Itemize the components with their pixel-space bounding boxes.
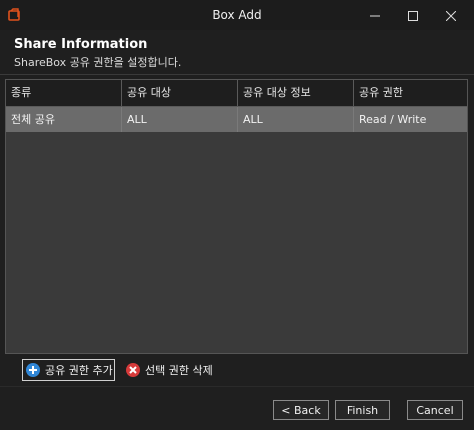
table-row[interactable]: 전체 공유 ALL ALL Read / Write — [6, 107, 467, 132]
column-header-target-info[interactable]: 공유 대상 정보 — [238, 80, 354, 106]
wizard-header: Share Information ShareBox 공유 권한을 설정합니다. — [0, 30, 474, 74]
delete-icon — [126, 363, 140, 377]
page-subtitle: ShareBox 공유 권한을 설정합니다. — [14, 56, 182, 69]
add-permission-button[interactable]: 공유 권한 추가 — [22, 359, 115, 381]
title-bar: Box Add — [0, 0, 474, 30]
maximize-icon — [408, 6, 418, 25]
minimize-icon — [370, 6, 380, 25]
back-button[interactable]: < Back — [273, 400, 329, 420]
cell-target: ALL — [122, 107, 238, 132]
grid-header-row: 종류 공유 대상 공유 대상 정보 공유 권한 — [6, 80, 467, 107]
delete-permission-label: 선택 권한 삭제 — [145, 364, 213, 377]
delete-permission-button[interactable]: 선택 권한 삭제 — [126, 359, 236, 381]
add-permission-label: 공유 권한 추가 — [45, 364, 113, 377]
column-header-target[interactable]: 공유 대상 — [122, 80, 238, 106]
cell-type: 전체 공유 — [6, 107, 122, 132]
cancel-button[interactable]: Cancel — [407, 400, 463, 420]
footer-divider — [0, 386, 474, 387]
finish-button[interactable]: Finish — [335, 400, 390, 420]
header-divider — [0, 74, 474, 75]
page-title: Share Information — [14, 37, 148, 52]
close-icon — [445, 6, 457, 25]
share-permission-grid[interactable]: 종류 공유 대상 공유 대상 정보 공유 권한 전체 공유 ALL ALL Re… — [5, 79, 468, 354]
close-button[interactable] — [428, 0, 474, 30]
cell-permission: Read / Write — [359, 113, 427, 126]
add-icon — [26, 363, 40, 377]
column-header-permission[interactable]: 공유 권한 — [354, 80, 467, 106]
cell-target-info: ALL — [238, 107, 354, 132]
column-header-type[interactable]: 종류 — [6, 80, 122, 106]
